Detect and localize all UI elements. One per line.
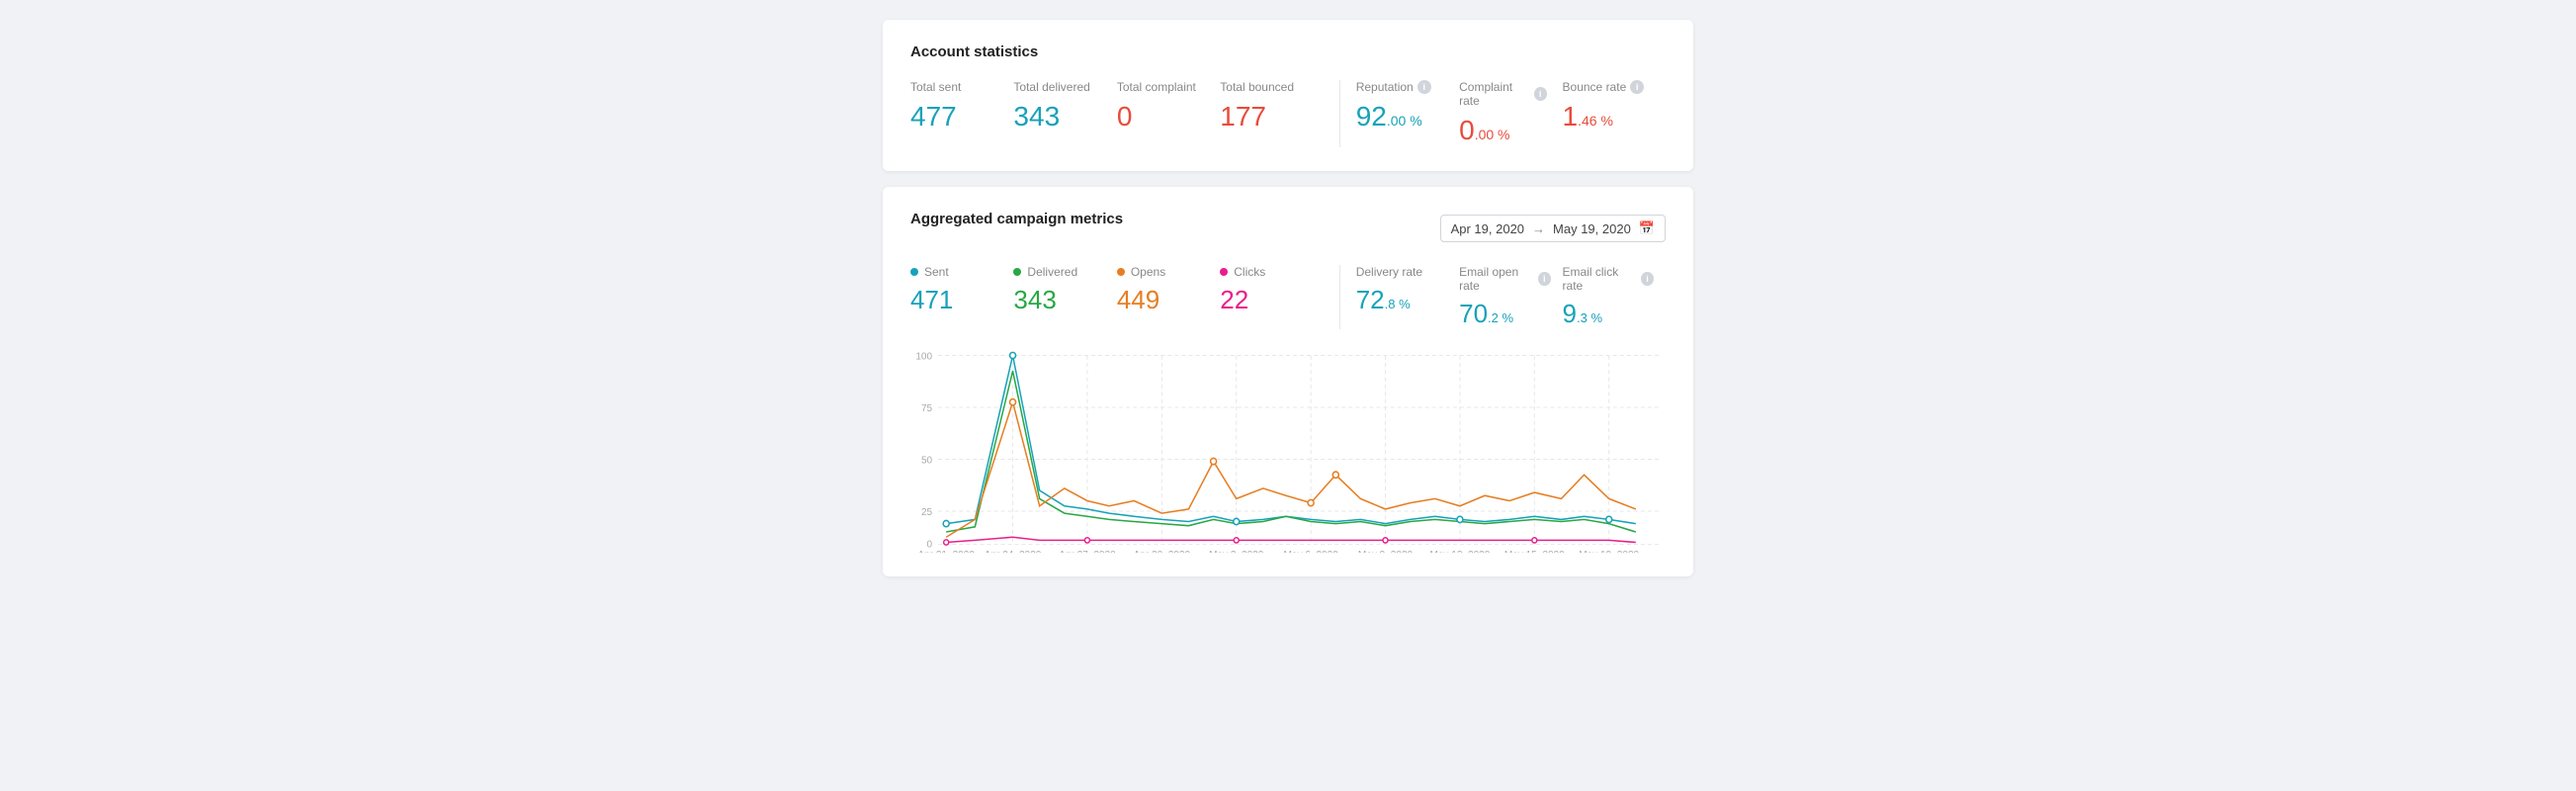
opens-dot-3	[1308, 499, 1314, 505]
metrics-legend-row: Sent 471 Delivered 343 O	[910, 265, 1666, 329]
legend-delivered: Delivered 343	[1013, 265, 1116, 329]
stat-total-complaint-value: 0	[1117, 100, 1204, 133]
sent-dot-5	[1606, 516, 1612, 522]
x-label-8: May 12, 2020	[1429, 550, 1490, 553]
stat-total-bounced-value: 177	[1220, 100, 1307, 133]
opens-dot-2	[1211, 458, 1217, 464]
metric-delivery-rate-value: 72.8 %	[1356, 285, 1447, 315]
metric-email-click-rate-value: 9.3 %	[1563, 299, 1654, 329]
x-label-4: Apr 30, 2020	[1134, 550, 1191, 553]
x-label-2: Apr 24, 2020	[985, 550, 1042, 553]
sent-dot-3	[1234, 518, 1240, 524]
stat-total-sent: Total sent 477	[910, 80, 1013, 133]
stat-total-delivered: Total delivered 343	[1013, 80, 1116, 133]
stat-total-delivered-value: 343	[1013, 100, 1100, 133]
stat-bounce-rate-label: Bounce rate i	[1563, 80, 1650, 94]
stat-total-sent-value: 477	[910, 100, 997, 133]
legend-clicks: Clicks 22	[1220, 265, 1323, 329]
stat-total-sent-label: Total sent	[910, 80, 997, 94]
stats-row: Total sent 477 Total delivered 343 Total…	[910, 80, 1666, 147]
legend-delivered-value: 343	[1013, 285, 1104, 315]
metrics-divider	[1339, 265, 1340, 329]
legend-opens-label: Opens	[1117, 265, 1208, 279]
reputation-info-icon[interactable]: i	[1417, 80, 1431, 94]
email-open-rate-info-icon[interactable]: i	[1538, 272, 1550, 286]
x-label-6: May 6, 2020	[1283, 550, 1338, 553]
y-label-75: 75	[921, 403, 932, 414]
date-range-arrow: →	[1532, 221, 1545, 236]
metric-email-click-rate-label: Email click rate i	[1563, 265, 1654, 293]
metric-email-open-rate: Email open rate i 70.2 %	[1459, 265, 1562, 329]
stat-bounce-rate-value: 1.46 %	[1563, 100, 1650, 133]
legend-sent: Sent 471	[910, 265, 1013, 329]
account-statistics-card: Account statistics Total sent 477 Total …	[883, 20, 1693, 171]
stats-divider-1	[1339, 80, 1340, 147]
complaint-rate-info-icon[interactable]: i	[1534, 87, 1547, 101]
stat-complaint-rate: Complaint rate i 0.00 %	[1459, 80, 1562, 147]
legend-clicks-value: 22	[1220, 285, 1311, 315]
stat-total-complaint-label: Total complaint	[1117, 80, 1204, 94]
calendar-icon[interactable]: 📅	[1639, 220, 1655, 236]
stat-total-delivered-label: Total delivered	[1013, 80, 1100, 94]
sent-dot-2	[1010, 352, 1016, 358]
x-label-5: May 3, 2020	[1209, 550, 1264, 553]
x-label-1: Apr 21, 2020	[917, 550, 975, 553]
metric-delivery-rate-label: Delivery rate	[1356, 265, 1447, 279]
legend-delivered-label: Delivered	[1013, 265, 1104, 279]
stat-bounce-rate: Bounce rate i 1.46 %	[1563, 80, 1666, 133]
delivered-dot	[1013, 268, 1021, 276]
y-label-100: 100	[915, 351, 932, 362]
date-range-end: May 19, 2020	[1553, 221, 1631, 236]
x-label-9: May 15, 2020	[1504, 550, 1565, 553]
legend-opens-value: 449	[1117, 285, 1208, 315]
legend-sent-label: Sent	[910, 265, 1001, 279]
metric-email-open-rate-label: Email open rate i	[1459, 265, 1550, 293]
clicks-dot-2	[1084, 538, 1089, 543]
sent-dot-4	[1457, 516, 1463, 522]
clicks-dot	[1220, 268, 1228, 276]
chart-container: 100 75 50 25 0	[910, 345, 1666, 553]
legend-clicks-label: Clicks	[1220, 265, 1311, 279]
main-container: Account statistics Total sent 477 Total …	[883, 20, 1693, 576]
metric-email-click-rate: Email click rate i 9.3 %	[1563, 265, 1666, 329]
date-range-picker[interactable]: Apr 19, 2020 → May 19, 2020 📅	[1440, 215, 1666, 242]
clicks-dot-5	[1532, 538, 1537, 543]
stat-total-bounced: Total bounced 177	[1220, 80, 1323, 133]
metric-email-open-rate-value: 70.2 %	[1459, 299, 1550, 329]
campaign-metrics-card: Aggregated campaign metrics Apr 19, 2020…	[883, 187, 1693, 576]
x-label-7: May 9, 2020	[1358, 550, 1414, 553]
x-label-3: Apr 27, 2020	[1059, 550, 1116, 553]
opens-dot-4	[1332, 472, 1338, 478]
delivered-line	[946, 371, 1636, 532]
account-statistics-title: Account statistics	[910, 44, 1666, 60]
opens-dot	[1117, 268, 1125, 276]
y-label-25: 25	[921, 507, 932, 518]
email-click-rate-info-icon[interactable]: i	[1641, 272, 1654, 286]
legend-sent-value: 471	[910, 285, 1001, 315]
clicks-dot-3	[1234, 538, 1239, 543]
stat-total-complaint: Total complaint 0	[1117, 80, 1220, 133]
clicks-dot-4	[1383, 538, 1388, 543]
campaign-chart: 100 75 50 25 0	[910, 345, 1666, 553]
stat-total-bounced-label: Total bounced	[1220, 80, 1307, 94]
date-range-start: Apr 19, 2020	[1451, 221, 1524, 236]
campaign-metrics-title: Aggregated campaign metrics	[910, 211, 1123, 227]
stat-reputation-value: 92.00 %	[1356, 100, 1443, 133]
clicks-dot-1	[944, 540, 949, 545]
sent-dot-1	[943, 520, 949, 526]
x-label-10: May 19, 2020	[1579, 550, 1639, 553]
stat-reputation: Reputation i 92.00 %	[1356, 80, 1459, 133]
stat-complaint-rate-label: Complaint rate i	[1459, 80, 1546, 108]
sent-dot	[910, 268, 918, 276]
bounce-rate-info-icon[interactable]: i	[1630, 80, 1644, 94]
opens-dot-1	[1010, 398, 1016, 404]
metrics-header: Aggregated campaign metrics Apr 19, 2020…	[910, 211, 1666, 247]
stat-reputation-label: Reputation i	[1356, 80, 1443, 94]
y-label-50: 50	[921, 455, 932, 466]
metric-delivery-rate: Delivery rate 72.8 %	[1356, 265, 1459, 329]
stat-complaint-rate-value: 0.00 %	[1459, 114, 1546, 147]
legend-opens: Opens 449	[1117, 265, 1220, 329]
